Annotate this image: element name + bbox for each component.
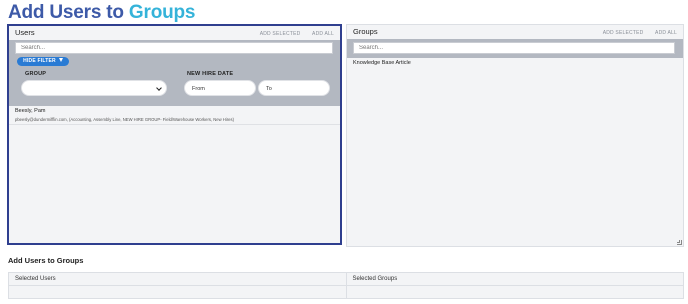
users-panel-title: Users — [15, 28, 35, 37]
groups-panel: Groups ADD SELECTED ADD ALL Knowledge Ba… — [346, 24, 684, 247]
resize-grip-icon[interactable] — [677, 240, 682, 245]
from-date-input[interactable]: From — [184, 80, 256, 96]
groups-panel-title: Groups — [353, 27, 378, 36]
hide-filter-label: HIDE FILTER — [23, 58, 56, 64]
hide-filter-button[interactable]: HIDE FILTER — [17, 57, 69, 66]
selected-users-header: Selected Users — [9, 273, 346, 286]
selected-groups-column: Selected Groups — [345, 273, 683, 298]
groups-add-all-button[interactable]: ADD ALL — [655, 30, 677, 36]
users-add-all-button[interactable]: ADD ALL — [312, 31, 334, 37]
group-filter-label: GROUP — [25, 71, 47, 77]
selection-table: Selected Users Selected Groups — [8, 272, 684, 299]
page-title-accent: Groups — [128, 2, 196, 23]
to-date-input[interactable]: To — [258, 80, 330, 96]
selection-section-title: Add Users to Groups — [8, 256, 84, 265]
user-list-item[interactable]: Beesly, Pam pbeesly@dundermifflin.com, (… — [9, 106, 340, 125]
users-add-selected-button[interactable]: ADD SELECTED — [260, 31, 301, 37]
group-list-item[interactable]: Knowledge Base Article — [347, 58, 683, 68]
from-date-placeholder: From — [192, 86, 205, 92]
users-filter-area: HIDE FILTER GROUP NEW HIRE DATE From To — [9, 40, 340, 106]
groups-search-input[interactable] — [353, 42, 675, 54]
page-title-primary: Add Users to — [8, 2, 129, 23]
page-title: Add Users to Groups — [8, 2, 195, 24]
user-name: Beesly, Pam — [15, 108, 46, 114]
user-detail: pbeesly@dundermifflin.com, (Accounting, … — [15, 117, 234, 122]
chevron-down-icon — [156, 85, 162, 91]
groups-add-selected-button[interactable]: ADD SELECTED — [603, 30, 644, 36]
users-panel: Users ADD SELECTED ADD ALL HIDE FILTER G… — [7, 24, 342, 245]
groups-panel-header: Groups ADD SELECTED ADD ALL — [347, 25, 683, 38]
groups-panel-actions: ADD SELECTED ADD ALL — [593, 30, 677, 36]
selected-users-column: Selected Users — [9, 273, 346, 298]
new-hire-date-label: NEW HIRE DATE — [187, 71, 234, 77]
users-search-input[interactable] — [15, 42, 333, 54]
groups-filter-area — [347, 39, 683, 58]
filter-icon — [58, 57, 63, 62]
group-name: Knowledge Base Article — [353, 60, 411, 66]
users-panel-header: Users ADD SELECTED ADD ALL — [9, 26, 340, 39]
group-select[interactable] — [21, 80, 167, 96]
to-date-placeholder: To — [266, 86, 272, 92]
users-panel-actions: ADD SELECTED ADD ALL — [250, 31, 334, 37]
selected-groups-header: Selected Groups — [346, 273, 683, 286]
